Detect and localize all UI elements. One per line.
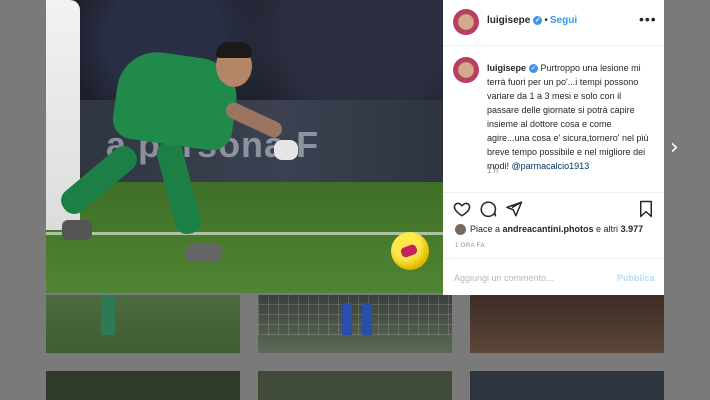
add-comment-bar: Aggiungi un commento... Pubblica	[443, 258, 664, 296]
mention-link[interactable]: @parmacalcio1913	[512, 161, 590, 171]
comment-icon[interactable]	[479, 200, 497, 218]
header-user-line: luigisepe ✓ • Segui	[487, 15, 577, 26]
follow-button[interactable]: Segui	[550, 15, 577, 26]
player-leg	[342, 303, 352, 335]
add-comment-input[interactable]: Aggiungi un commento...	[454, 273, 554, 283]
player-leg	[362, 303, 372, 335]
header-username[interactable]: luigisepe	[487, 15, 530, 26]
verified-icon: ✓	[533, 15, 543, 25]
verified-icon: ✓	[529, 64, 539, 74]
likes-count[interactable]: 3.977	[621, 224, 644, 234]
bookmark-icon[interactable]	[637, 200, 655, 218]
actions-divider	[443, 192, 664, 194]
grid-thumbnail[interactable]	[470, 295, 664, 353]
grid-thumbnail[interactable]	[470, 371, 664, 400]
comment-avatar[interactable]	[453, 57, 479, 83]
liker-username[interactable]: andreacantini.photos	[503, 224, 594, 234]
likes-middle: e altri	[593, 224, 621, 234]
grid-thumbnail[interactable]	[46, 371, 240, 400]
comment-username[interactable]: luigisepe	[487, 63, 526, 73]
keeper-hair	[216, 42, 252, 58]
keeper-boot	[62, 220, 92, 240]
pitch	[46, 182, 443, 293]
pitch-line	[46, 232, 443, 235]
post-side-panel: luigisepe ✓ • Segui ••• luigisepe ✓ Purtropp…	[443, 0, 664, 295]
football	[391, 232, 429, 270]
goal-net	[258, 295, 452, 335]
separator: •	[544, 15, 548, 26]
heart-icon[interactable]	[453, 200, 471, 218]
caption-comment: luigisepe ✓ Purtroppo una lesione mi terr…	[487, 61, 652, 173]
share-icon[interactable]	[505, 200, 523, 218]
comment-text: Purtroppo una lesione mi terrà fuori per…	[487, 63, 649, 171]
keeper-boot	[186, 244, 222, 262]
post-photo[interactable]: a persona F	[46, 0, 443, 293]
grid-thumbnail[interactable]	[46, 295, 240, 353]
liker-avatar	[455, 224, 466, 236]
comment-time: 1 h	[487, 166, 499, 175]
likes-prefix: Piace a	[470, 224, 503, 234]
avatar[interactable]	[453, 9, 479, 35]
grid-thumbnail[interactable]	[258, 371, 452, 400]
keeper-glove	[274, 140, 298, 160]
post-time: 1 ORA FA	[455, 243, 485, 249]
grid-thumbnail[interactable]	[258, 295, 452, 353]
next-post-arrow[interactable]: ›	[670, 135, 679, 160]
publish-button[interactable]: Pubblica	[617, 273, 655, 283]
likes-line: Piace a andreacantini.photos e altri 3.9…	[455, 224, 644, 236]
post-header: luigisepe ✓ • Segui •••	[443, 0, 664, 46]
more-icon[interactable]: •••	[639, 11, 657, 27]
player-leg	[101, 295, 115, 335]
